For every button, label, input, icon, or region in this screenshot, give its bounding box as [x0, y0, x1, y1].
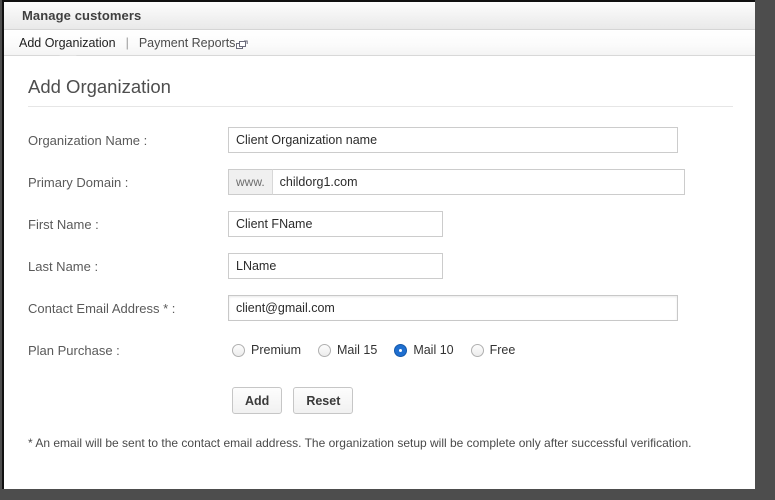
- contact-email-input[interactable]: [228, 295, 678, 321]
- radio-option-premium[interactable]: Premium: [232, 343, 301, 357]
- radio-option-mail-10[interactable]: Mail 10: [394, 343, 454, 357]
- radio-dot-premium: [232, 343, 245, 357]
- radio-dot-mail-15: [318, 343, 332, 357]
- tab-payment-reports[interactable]: Payment Reports: [139, 36, 236, 50]
- organization-name-input[interactable]: [228, 127, 678, 153]
- field-wrap-last-name: [228, 253, 443, 279]
- radio-dot-mail-10: [394, 343, 408, 357]
- radio-option-free[interactable]: Free: [470, 343, 516, 357]
- form-row-plan-purchase: Plan Purchase : Premium Mail 15 Mail 10 …: [4, 329, 755, 371]
- browser-window: Manage customers Add Organization | Paym…: [0, 0, 775, 500]
- field-wrap-contact-email: [228, 295, 678, 321]
- tab-add-organization[interactable]: Add Organization: [19, 36, 116, 50]
- app-header: Manage customers: [4, 2, 755, 30]
- tab-bar: Add Organization | Payment Reports: [4, 30, 755, 63]
- field-wrap-first-name: [228, 211, 443, 237]
- form-row-first-name: First Name :: [4, 203, 755, 245]
- first-name-input[interactable]: [228, 211, 443, 237]
- www-prefix-addon: www.: [228, 169, 272, 195]
- radio-option-mail-15[interactable]: Mail 15: [318, 343, 377, 357]
- add-button[interactable]: Add: [232, 387, 283, 414]
- form-row-primary-domain: Primary Domain : www.: [4, 161, 755, 203]
- form-row-organization-name: Organization Name :: [4, 119, 755, 161]
- window-content: Manage customers Add Organization | Paym…: [2, 0, 755, 489]
- form-row-last-name: Last Name :: [4, 245, 755, 287]
- form-footnote: * An email will be sent to the contact e…: [28, 436, 692, 450]
- label-organization-name: Organization Name :: [28, 132, 148, 148]
- form-row-contact-email: Contact Email Address * :: [4, 287, 755, 329]
- label-contact-email: Contact Email Address * :: [28, 300, 176, 316]
- field-wrap-organization-name: [228, 127, 678, 153]
- popout-window-icon[interactable]: [236, 38, 249, 49]
- radio-label-free: Free: [489, 343, 516, 357]
- radio-label-premium: Premium: [251, 343, 302, 357]
- label-plan-purchase: Plan Purchase :: [28, 342, 120, 358]
- primary-domain-input-group: www.: [228, 169, 685, 195]
- add-organization-form: Organization Name : Primary Domain : www…: [4, 107, 755, 450]
- form-actions: Add Reset: [4, 371, 755, 414]
- plan-purchase-radio-group: Premium Mail 15 Mail 10 Free: [228, 343, 532, 357]
- radio-dot-free: [470, 343, 484, 357]
- label-first-name: First Name :: [28, 216, 99, 232]
- primary-domain-input[interactable]: [271, 169, 685, 195]
- last-name-input[interactable]: [228, 253, 443, 279]
- page-title: Add Organization: [28, 76, 171, 97]
- radio-label-mail-15: Mail 15: [337, 343, 378, 357]
- page-content: Add Organization Organization Name : Pri…: [4, 56, 755, 489]
- app-header-title: Manage customers: [22, 8, 142, 23]
- label-primary-domain: Primary Domain :: [28, 174, 129, 190]
- label-last-name: Last Name :: [28, 258, 99, 274]
- reset-button[interactable]: Reset: [293, 387, 354, 414]
- radio-label-mail-10: Mail 10: [413, 343, 454, 357]
- tab-separator: |: [125, 35, 129, 50]
